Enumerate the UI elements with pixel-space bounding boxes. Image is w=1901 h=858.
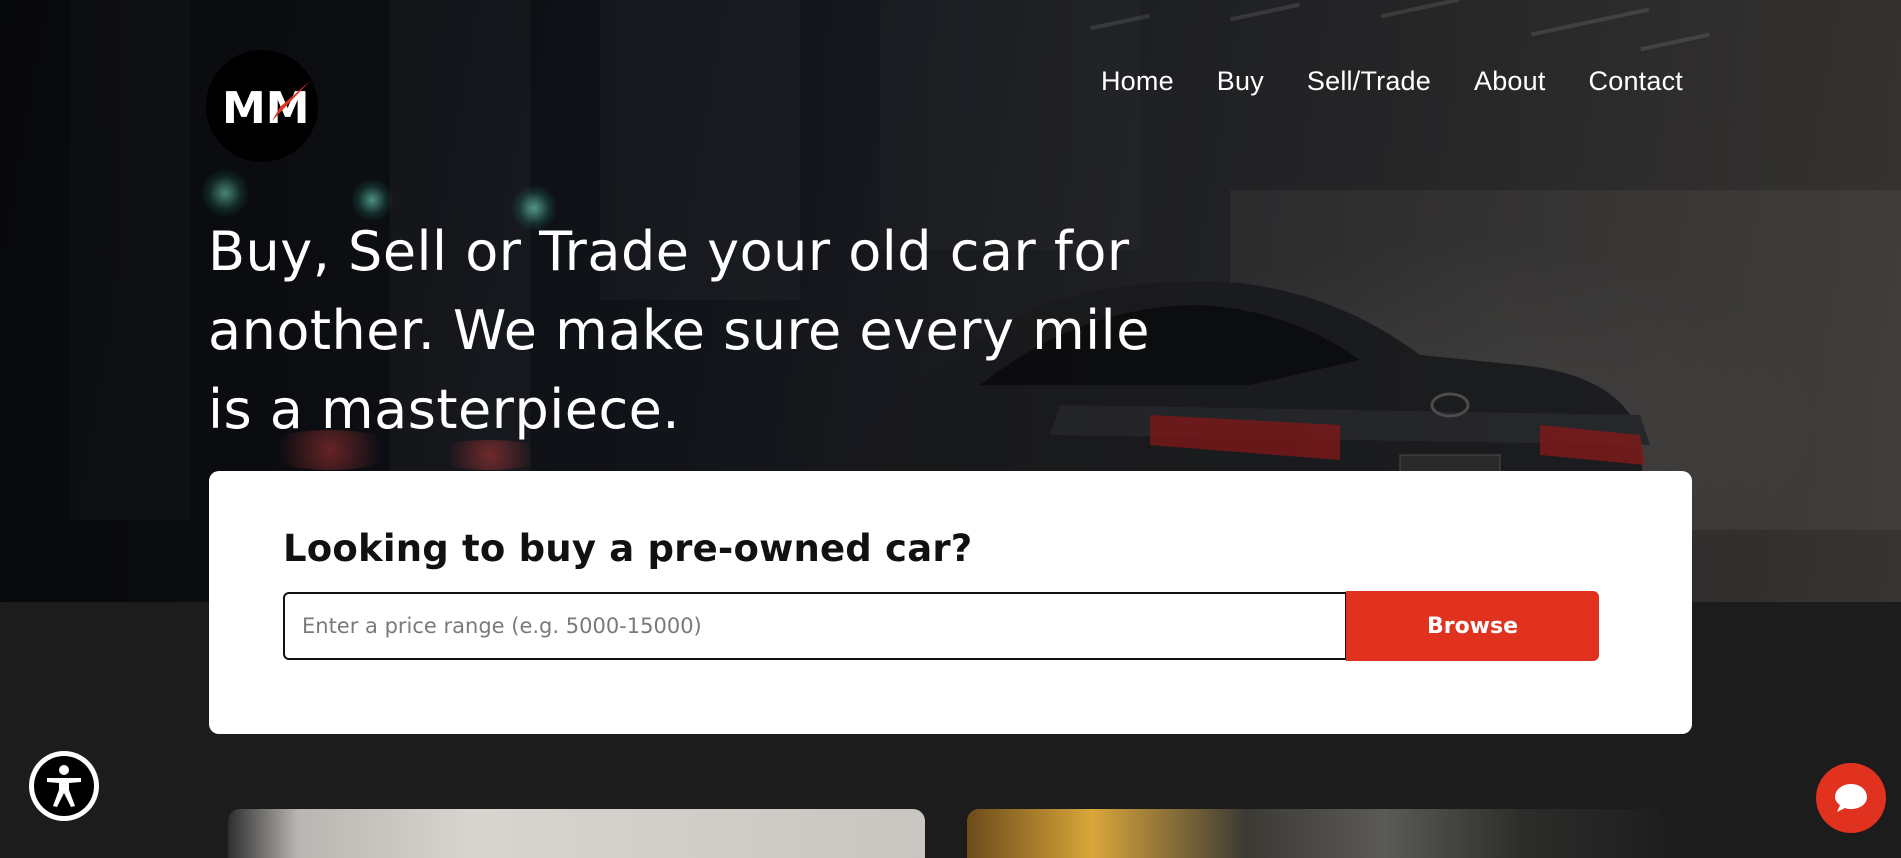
logo-text: MM (222, 83, 310, 134)
accessibility-button[interactable] (29, 751, 99, 821)
search-heading: Looking to buy a pre-owned car? (283, 527, 973, 570)
chat-button[interactable] (1816, 763, 1886, 833)
main-nav: Home Buy Sell/Trade About Contact (1101, 66, 1683, 97)
brand-logo[interactable]: MM (206, 50, 318, 162)
nav-sell-trade[interactable]: Sell/Trade (1307, 66, 1431, 97)
accessibility-person-icon (47, 765, 81, 807)
nav-home[interactable]: Home (1101, 66, 1174, 97)
listing-card-image[interactable] (228, 809, 925, 858)
chat-bubble-icon (1835, 784, 1867, 812)
browse-button[interactable]: Browse (1346, 591, 1599, 661)
price-range-input[interactable] (283, 592, 1347, 660)
search-card: Looking to buy a pre-owned car? Browse (209, 471, 1692, 734)
logo-mark: MM (222, 81, 310, 134)
nav-buy[interactable]: Buy (1217, 66, 1264, 97)
hero-headline: Buy, Sell or Trade your old car for anot… (208, 220, 1150, 441)
nav-contact[interactable]: Contact (1589, 66, 1683, 97)
listing-card-image[interactable] (967, 809, 1664, 858)
nav-about[interactable]: About (1474, 66, 1546, 97)
